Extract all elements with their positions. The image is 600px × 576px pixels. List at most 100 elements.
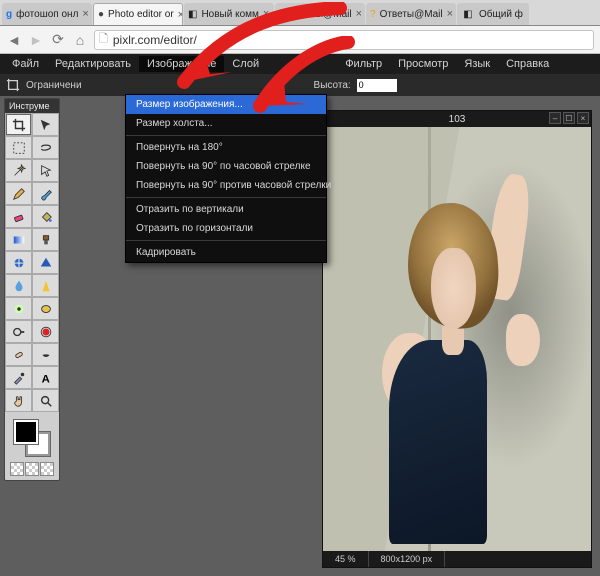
page-icon: 🗋	[99, 30, 108, 49]
pattern-swatch[interactable]	[25, 462, 39, 476]
tool-crop[interactable]	[5, 113, 32, 136]
tool-blur[interactable]	[5, 274, 32, 297]
menu-item-canvas-size[interactable]: Размер холста...	[126, 114, 326, 133]
tab-close-icon[interactable]: ×	[178, 9, 183, 21]
menu-help[interactable]: Справка	[498, 56, 557, 72]
tool-lasso[interactable]	[32, 136, 59, 159]
height-input[interactable]: 0	[357, 79, 397, 92]
tool-red-eye[interactable]	[32, 320, 59, 343]
svg-text:A: A	[41, 373, 49, 385]
tool-zoom[interactable]	[32, 389, 59, 412]
tab-label: Ответы@Mail	[289, 9, 352, 20]
favicon-generic: ◧	[188, 7, 197, 21]
window-close-button[interactable]: ×	[577, 112, 589, 124]
tool-clone[interactable]	[32, 228, 59, 251]
image-menu-dropdown: Размер изображения... Размер холста... П…	[125, 94, 327, 263]
tool-gradient[interactable]	[5, 228, 32, 251]
tool-wand[interactable]	[5, 159, 32, 182]
tab-label: фотошоп онл	[16, 9, 78, 20]
forward-button[interactable]: ►	[28, 32, 44, 48]
tool-type[interactable]: A	[32, 366, 59, 389]
tool-move[interactable]	[32, 113, 59, 136]
tab-close-icon[interactable]: ×	[447, 8, 453, 20]
tool-hand[interactable]	[5, 389, 32, 412]
menu-item-flip-horizontal[interactable]: Отразить по горизонтали	[126, 219, 326, 238]
window-maximize-button[interactable]: ☐	[563, 112, 575, 124]
photo-content	[323, 127, 591, 551]
color-swatches[interactable]	[5, 412, 59, 462]
foreground-color-swatch[interactable]	[14, 420, 38, 444]
document-window: 103 – ☐ × 45 %	[322, 110, 592, 568]
document-statusbar: 45 % 800x1200 px	[323, 551, 591, 567]
tool-pointer[interactable]	[32, 159, 59, 182]
home-button[interactable]: ⌂	[72, 32, 88, 48]
document-title: 103	[449, 114, 466, 125]
tool-pencil[interactable]	[5, 182, 32, 205]
constraint-label: Ограничени	[26, 80, 82, 91]
menu-item-rotate-90-ccw[interactable]: Повернуть на 90° против часовой стрелки	[126, 176, 326, 195]
menu-layer[interactable]: Слой	[224, 56, 267, 72]
browser-tab[interactable]: ? Ответы@Mail ×	[275, 3, 365, 25]
tab-label: Photo editor or	[108, 9, 174, 20]
document-canvas[interactable]	[323, 127, 591, 551]
browser-tab[interactable]: ? Ответы@Mail ×	[366, 3, 456, 25]
zoom-value[interactable]: 45 %	[323, 551, 369, 567]
menu-item-rotate-180[interactable]: Повернуть на 180°	[126, 138, 326, 157]
app-menubar: Файл Редактировать Изображение Слой Корр…	[0, 54, 600, 74]
crop-icon	[6, 78, 20, 92]
favicon-mailru: ?	[370, 7, 376, 21]
menu-item-crop[interactable]: Кадрировать	[126, 243, 326, 262]
tool-bucket[interactable]	[32, 205, 59, 228]
favicon-pixlr: ●	[98, 8, 104, 22]
pattern-swatch[interactable]	[10, 462, 24, 476]
menu-filter[interactable]: Фильтр	[337, 56, 390, 72]
tab-label: Общий ф	[479, 9, 523, 20]
tool-shape[interactable]	[32, 251, 59, 274]
browser-toolbar: ◄ ► ⟳ ⌂ 🗋 pixlr.com/editor/	[0, 26, 600, 54]
tab-close-icon[interactable]: ×	[356, 8, 362, 20]
favicon-google: g	[6, 7, 12, 21]
reload-button[interactable]: ⟳	[50, 32, 66, 48]
tool-eyedropper[interactable]	[5, 366, 32, 389]
menu-item-image-size[interactable]: Размер изображения...	[126, 95, 326, 114]
tool-sharpen[interactable]	[32, 274, 59, 297]
document-titlebar[interactable]: 103 – ☐ ×	[323, 111, 591, 127]
tool-color-replace[interactable]	[5, 251, 32, 274]
pattern-row	[5, 462, 59, 480]
tool-heal[interactable]	[5, 343, 32, 366]
menu-view[interactable]: Просмотр	[390, 56, 456, 72]
tool-smudge[interactable]	[5, 297, 32, 320]
window-minimize-button[interactable]: –	[549, 112, 561, 124]
tool-eraser[interactable]	[5, 205, 32, 228]
browser-tab[interactable]: ◧ Новый комм ×	[184, 3, 274, 25]
menu-item-rotate-90-cw[interactable]: Повернуть на 90° по часовой стрелке	[126, 157, 326, 176]
tool-marquee[interactable]	[5, 136, 32, 159]
menu-image[interactable]: Изображение	[139, 56, 224, 72]
favicon-mailru: ?	[279, 7, 285, 21]
address-bar[interactable]: 🗋 pixlr.com/editor/	[94, 30, 594, 50]
tab-label: Ответы@Mail	[380, 9, 443, 20]
pattern-swatch[interactable]	[40, 462, 54, 476]
tool-sponge[interactable]	[32, 297, 59, 320]
tools-panel-title: Инструме	[5, 99, 59, 113]
options-bar: Ограничени Высота: 0	[0, 74, 600, 96]
tab-close-icon[interactable]: ×	[82, 8, 88, 20]
tool-dodge[interactable]	[5, 320, 32, 343]
menu-item-flip-vertical[interactable]: Отразить по вертикали	[126, 200, 326, 219]
browser-tab[interactable]: ◧ Общий ф	[457, 3, 529, 25]
menu-edit[interactable]: Редактировать	[47, 56, 139, 72]
url-text: pixlr.com/editor/	[113, 33, 197, 47]
menu-language[interactable]: Язык	[456, 56, 498, 72]
tab-label: Новый комм	[201, 9, 258, 20]
browser-tab[interactable]: g фотошоп онл ×	[2, 3, 92, 25]
tool-burn[interactable]	[32, 343, 59, 366]
tools-grid: A	[5, 113, 59, 412]
favicon-generic: ◧	[461, 7, 475, 21]
image-dimensions: 800x1200 px	[369, 551, 446, 567]
height-label: Высота:	[314, 80, 351, 91]
tool-brush[interactable]	[32, 182, 59, 205]
back-button[interactable]: ◄	[6, 32, 22, 48]
menu-file[interactable]: Файл	[4, 56, 47, 72]
tab-close-icon[interactable]: ×	[263, 8, 269, 20]
browser-tab-active[interactable]: ● Photo editor or ×	[93, 3, 183, 25]
